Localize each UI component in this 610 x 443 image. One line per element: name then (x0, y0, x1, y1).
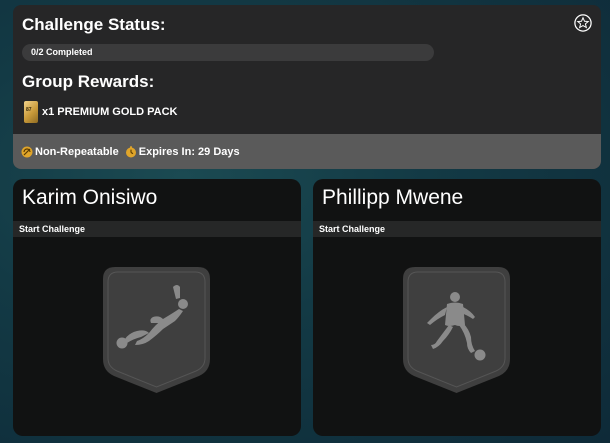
challenge-footer: Non-Repeatable Expires In: 29 Days (13, 134, 601, 169)
start-challenge-button[interactable]: Start Challenge (313, 221, 601, 237)
non-repeatable-icon (21, 146, 33, 157)
challenge-status-panel: Challenge Status: 0/2 Completed Group Re… (13, 5, 601, 169)
non-repeatable-label: Non-Repeatable (35, 145, 119, 158)
reward-label: x1 PREMIUM GOLD PACK (42, 106, 178, 118)
star-icon[interactable] (574, 14, 592, 32)
challenge-status-title: Challenge Status: (22, 15, 166, 34)
challenge-progress-bar: 0/2 Completed (22, 44, 434, 61)
challenge-name: Karim Onisiwo (22, 186, 158, 209)
expires-label: Expires In: 29 Days (138, 145, 240, 158)
reward-item: 87 x1 PREMIUM GOLD PACK (24, 100, 177, 124)
progress-text: 0/2 Completed (31, 47, 93, 57)
challenge-name: Phillipp Mwene (322, 186, 464, 209)
player-silhouette-dribbling-icon (403, 267, 510, 393)
timer-icon (125, 145, 136, 157)
group-rewards-title: Group Rewards: (22, 72, 155, 91)
start-challenge-button[interactable]: Start Challenge (13, 221, 301, 237)
challenge-card-phillipp-mwene[interactable]: Phillipp Mwene Start Challenge (313, 179, 601, 436)
player-silhouette-diving-icon (103, 267, 210, 393)
gold-pack-icon: 87 (24, 101, 38, 123)
challenge-card-karim-onisiwo[interactable]: Karim Onisiwo Start Challenge (13, 179, 301, 436)
